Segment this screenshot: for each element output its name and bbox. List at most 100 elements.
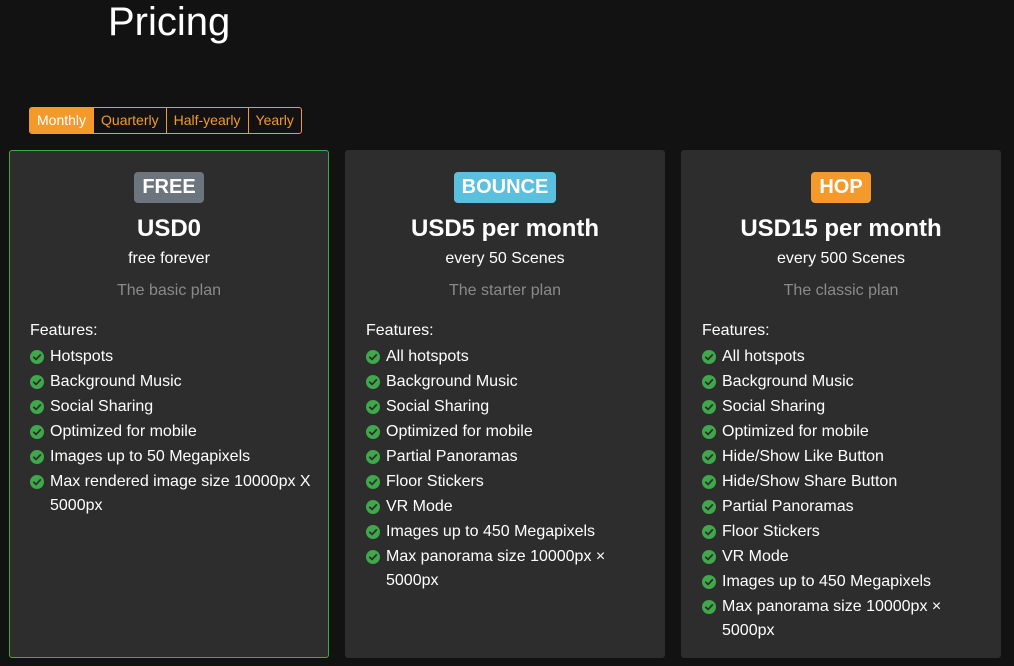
feature-item: Optimized for mobile [30,420,320,444]
feature-item: Images up to 450 Megapixels [366,520,656,544]
check-circle-icon [702,350,716,364]
check-circle-icon [702,500,716,514]
plan-badge: FREE [134,172,204,203]
feature-label: Optimized for mobile [722,423,869,440]
feature-list: All hotspots Background Music Social Shari… [366,345,656,594]
check-circle-icon [366,425,380,439]
check-circle-icon [366,450,380,464]
plan-billing: every 50 Scenes [445,250,565,267]
feature-item: Background Music [366,370,656,394]
feature-item: VR Mode [702,545,992,569]
feature-label: Max rendered image size 10000px X 5000px [50,473,311,514]
feature-label: Partial Panoramas [722,498,854,515]
feature-item: Optimized for mobile [366,420,656,444]
feature-item: Max panorama size 10000px × 5000px [702,595,992,643]
check-circle-icon [702,575,716,589]
check-circle-icon [30,350,44,364]
check-circle-icon [366,475,380,489]
features-heading: Features: [366,322,434,339]
feature-label: Optimized for mobile [50,423,197,440]
feature-label: Floor Stickers [722,523,820,540]
check-circle-icon [702,475,716,489]
page-title: Pricing [108,0,231,44]
pricing-page: Pricing Monthly Quarterly Half-yearly Ye… [0,0,1014,666]
feature-item: Hotspots [30,345,320,369]
feature-label: Background Music [386,373,518,390]
feature-item: Background Music [702,370,992,394]
feature-list: All hotspots Background Music Social Shari… [702,345,992,644]
feature-label: Social Sharing [722,398,826,415]
feature-label: Hotspots [50,348,114,365]
feature-label: Optimized for mobile [386,423,533,440]
feature-item: Social Sharing [366,395,656,419]
check-circle-icon [366,500,380,514]
feature-item: Social Sharing [702,395,992,419]
feature-label: Social Sharing [50,398,154,415]
feature-item: Hide/Show Share Button [702,470,992,494]
features-heading: Features: [30,322,98,339]
feature-label: All hotspots [722,348,805,365]
feature-label: Images up to 450 Megapixels [722,573,932,590]
plan-description: The classic plan [783,282,899,299]
check-circle-icon [702,375,716,389]
feature-label: Hide/Show Share Button [722,473,898,490]
feature-item: Floor Stickers [702,520,992,544]
plan-card-free[interactable]: FREE USD0 free forever The basic plan Fe… [9,150,329,658]
feature-label: Floor Stickers [386,473,484,490]
period-yearly-button[interactable]: Yearly [247,108,301,133]
check-circle-icon [702,525,716,539]
plan-badge: HOP [811,172,871,203]
plan-price: USD15 per month [740,215,942,242]
feature-list: Hotspots Background Music Social Sharing Op… [30,345,320,519]
feature-item: Social Sharing [30,395,320,419]
feature-label: Background Music [722,373,854,390]
feature-label: All hotspots [386,348,469,365]
feature-item: Partial Panoramas [702,495,992,519]
period-monthly-button[interactable]: Monthly [30,108,94,133]
check-circle-icon [30,375,44,389]
period-half-yearly-button[interactable]: Half-yearly [165,108,248,133]
check-circle-icon [702,600,716,614]
check-circle-icon [702,400,716,414]
feature-label: Max panorama size 10000px × 5000px [722,598,942,639]
plan-badge: BOUNCE [453,172,557,203]
plan-billing: every 500 Scenes [776,250,906,267]
plan-card-bounce[interactable]: BOUNCE USD5 per month every 50 Scenes Th… [345,150,665,658]
check-circle-icon [30,425,44,439]
feature-item: VR Mode [366,495,656,519]
feature-label: Hide/Show Like Button [722,448,884,465]
check-circle-icon [702,550,716,564]
feature-item: All hotspots [702,345,992,369]
feature-label: Background Music [50,373,182,390]
feature-label: Images up to 50 Megapixels [50,448,251,465]
feature-label: VR Mode [722,548,789,565]
plan-description: The basic plan [116,282,222,299]
check-circle-icon [366,350,380,364]
feature-label: Partial Panoramas [386,448,518,465]
check-circle-icon [30,400,44,414]
check-circle-icon [30,475,44,489]
feature-item: Max panorama size 10000px × 5000px [366,545,656,593]
feature-label: Social Sharing [386,398,490,415]
plan-billing: free forever [128,250,210,267]
check-circle-icon [366,550,380,564]
check-circle-icon [366,400,380,414]
feature-item: Images up to 450 Megapixels [702,570,992,594]
check-circle-icon [702,425,716,439]
check-circle-icon [30,450,44,464]
feature-item: Hide/Show Like Button [702,445,992,469]
plan-card-hop[interactable]: HOP USD15 per month every 500 Scenes The… [681,150,1001,658]
features-heading: Features: [702,322,770,339]
plan-price: USD0 [136,215,202,242]
feature-label: VR Mode [386,498,453,515]
feature-item: Partial Panoramas [366,445,656,469]
billing-period-toggle: Monthly Quarterly Half-yearly Yearly [29,107,302,134]
period-quarterly-button[interactable]: Quarterly [93,108,166,133]
plan-price: USD5 per month [410,215,599,242]
feature-item: All hotspots [366,345,656,369]
feature-item: Max rendered image size 10000px X 5000px [30,470,320,518]
feature-item: Background Music [30,370,320,394]
plan-description: The starter plan [448,282,562,299]
check-circle-icon [366,375,380,389]
feature-label: Images up to 450 Megapixels [386,523,596,540]
